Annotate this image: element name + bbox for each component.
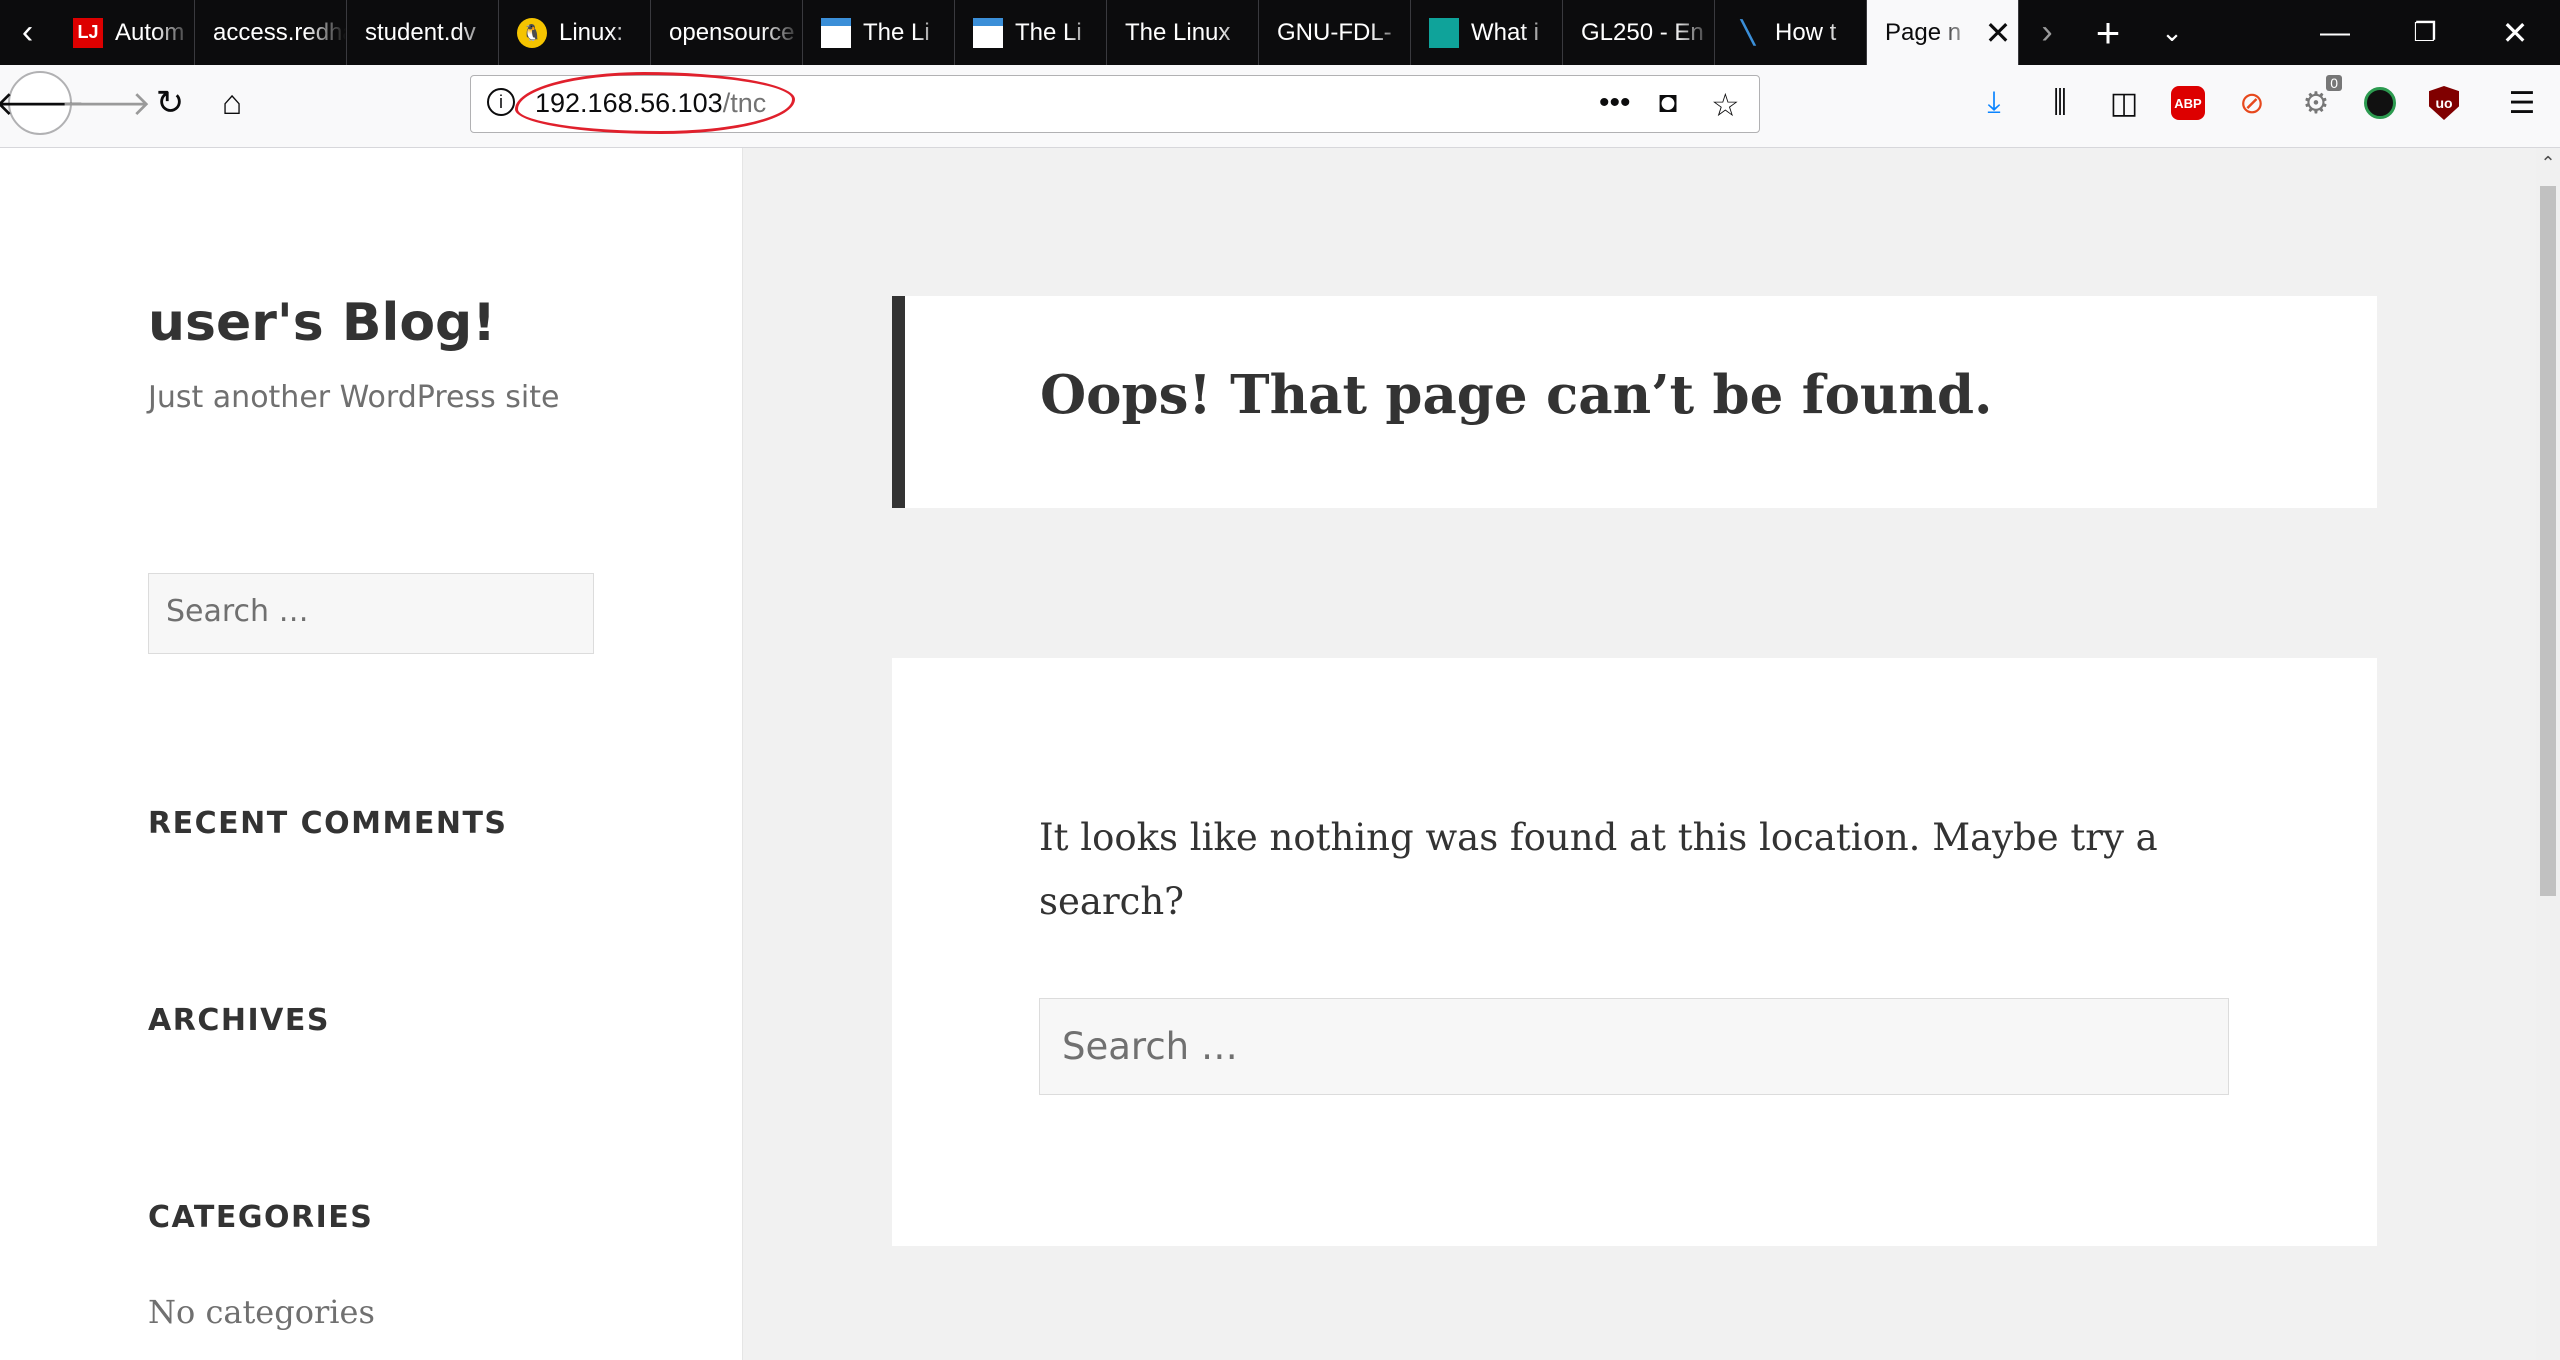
tab-label: Linux: xyxy=(559,18,650,47)
tab-label: The Linux xyxy=(1125,18,1258,47)
close-tab-icon[interactable]: ✕ xyxy=(1978,14,2018,52)
tab-label: How t xyxy=(1775,18,1866,47)
livejournal-favicon-icon: LJ xyxy=(73,17,103,48)
page-actions-icon[interactable]: ••• xyxy=(1599,86,1631,120)
window-close-icon[interactable]: ✕ xyxy=(2470,0,2560,65)
tab-label: GL250 - En xyxy=(1581,18,1714,47)
tab-label: Page n xyxy=(1885,18,1978,47)
list-all-tabs-icon[interactable]: ⌄ xyxy=(2142,0,2202,65)
pocket-icon[interactable]: ◘ xyxy=(1659,86,1677,120)
sidebar-search-input[interactable]: Search … xyxy=(148,573,594,654)
tab-label: student.dv xyxy=(365,18,498,47)
tab[interactable]: LJ Autom xyxy=(55,0,195,65)
tab[interactable]: What i xyxy=(1411,0,1563,65)
navigation-toolbar: 🡐 🡒 ↻ ⌂ i 192.168.56.103/tnc ••• ◘ ☆ ⤓ ⫼… xyxy=(0,65,2560,148)
tab-label: What i xyxy=(1471,18,1562,47)
tab-label: The Li xyxy=(863,18,954,47)
tab-strip: ‹ LJ Autom access.redhat student.dv 🐧 Li… xyxy=(0,0,2560,65)
error-content-box: It looks like nothing was found at this … xyxy=(892,658,2377,1246)
site-description: Just another WordPress site xyxy=(148,380,560,415)
tab[interactable]: student.dv xyxy=(347,0,499,65)
sidebar-icon[interactable]: ◫ xyxy=(2102,81,2146,125)
page-favicon-icon xyxy=(821,17,851,48)
page-viewport: user's Blog! Just another WordPress site… xyxy=(0,148,2536,1360)
scroll-tabs-left-icon[interactable]: ‹ xyxy=(0,0,55,65)
tab-label: GNU-FDL- xyxy=(1277,18,1410,47)
site-info-icon[interactable]: i xyxy=(487,88,515,116)
scroll-tabs-right-icon[interactable]: › xyxy=(2022,0,2072,65)
downloads-icon[interactable]: ⤓ xyxy=(1972,81,2016,125)
tab[interactable]: ╲ How t xyxy=(1715,0,1867,65)
url-bar[interactable]: i 192.168.56.103/tnc ••• ◘ ☆ xyxy=(470,72,1760,134)
tab[interactable]: The Li xyxy=(803,0,955,65)
no-categories-text: No categories xyxy=(148,1293,375,1331)
tab[interactable]: The Linux xyxy=(1107,0,1259,65)
hamburger-menu-icon[interactable]: ☰ xyxy=(2500,81,2544,125)
reload-button[interactable]: ↻ xyxy=(138,71,202,135)
minimize-icon[interactable]: — xyxy=(2290,0,2380,65)
tab-active[interactable]: Page n ✕ xyxy=(1867,0,2019,65)
tab[interactable]: GNU-FDL- xyxy=(1259,0,1411,65)
tab-label: Autom xyxy=(115,18,194,47)
abp-label: ABP xyxy=(2171,86,2205,120)
page-title: Oops! That page can’t be found. xyxy=(1040,364,1993,426)
scroll-up-arrow-icon[interactable]: ⌃ xyxy=(2536,148,2560,178)
no-script-icon[interactable]: ⊘ xyxy=(2230,81,2274,125)
tab-label: The Li xyxy=(1015,18,1106,47)
tux-favicon-icon: 🐧 xyxy=(517,17,547,48)
tab-label: access.redhat xyxy=(213,18,346,47)
home-button[interactable]: ⌂ xyxy=(200,71,264,135)
tab[interactable]: access.redhat xyxy=(195,0,347,65)
tab[interactable]: GL250 - En xyxy=(1563,0,1715,65)
main-search-input[interactable]: Search … xyxy=(1039,998,2229,1095)
new-tab-icon[interactable]: + xyxy=(2078,0,2138,65)
extension-icon[interactable]: ⚙ 0 xyxy=(2294,75,2342,125)
ublock-label: uo xyxy=(2429,86,2459,120)
teal-favicon-icon xyxy=(1429,17,1459,48)
tab-label: opensource xyxy=(669,18,802,47)
page-favicon-icon xyxy=(973,17,1003,48)
recent-comments-heading: RECENT COMMENTS xyxy=(148,806,508,841)
error-header-box: Oops! That page can’t be found. xyxy=(892,296,2377,508)
scrollbar-thumb[interactable] xyxy=(2540,186,2556,896)
archives-heading: ARCHIVES xyxy=(148,1003,330,1038)
site-title[interactable]: user's Blog! xyxy=(148,293,496,353)
library-icon[interactable]: ⫼ xyxy=(2038,81,2082,125)
restore-icon[interactable]: ❐ xyxy=(2380,0,2470,65)
dark-reader-icon[interactable] xyxy=(2358,81,2402,125)
not-found-message: It looks like nothing was found at this … xyxy=(1039,816,2158,923)
red-annotation-circle xyxy=(515,72,795,134)
blue-favicon-icon: ╲ xyxy=(1741,19,1755,45)
vertical-scrollbar[interactable]: ⌃ xyxy=(2536,148,2560,1360)
categories-heading: CATEGORIES xyxy=(148,1200,374,1235)
ublock-origin-icon[interactable]: uo xyxy=(2422,81,2466,125)
tab[interactable]: The Li xyxy=(955,0,1107,65)
tab[interactable]: 🐧 Linux: xyxy=(499,0,651,65)
extension-badge: 0 xyxy=(2326,75,2342,91)
sidebar: user's Blog! Just another WordPress site… xyxy=(0,148,743,1360)
adblock-plus-icon[interactable]: ABP xyxy=(2166,81,2210,125)
bookmark-star-icon[interactable]: ☆ xyxy=(1711,86,1740,124)
forward-button[interactable]: 🡒 xyxy=(60,71,151,135)
tab[interactable]: opensource xyxy=(651,0,803,65)
